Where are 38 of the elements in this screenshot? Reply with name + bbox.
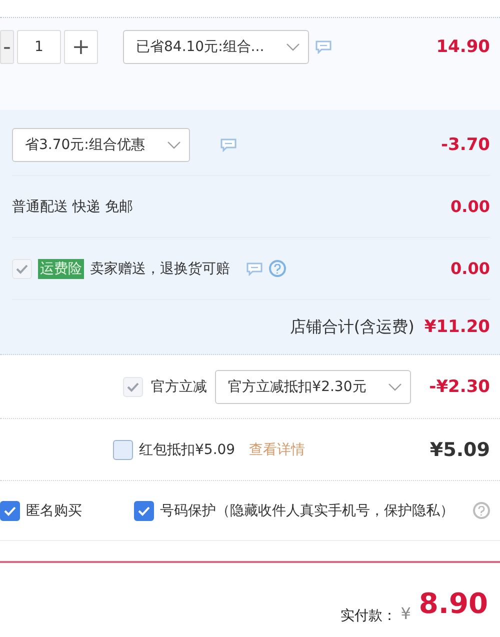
item-price: 14.90: [436, 36, 490, 59]
shop-total-label: 店铺合计(含运费): [290, 316, 414, 338]
amount-due: 8.90: [418, 587, 488, 620]
chevron-down-icon: [167, 140, 181, 150]
check-icon: [127, 382, 140, 392]
currency-symbol: ¥: [400, 604, 411, 623]
amount-due-label: 实付款：: [340, 607, 397, 625]
shipping-method: 普通配送 快递 免邮: [12, 198, 133, 216]
help-icon[interactable]: [473, 502, 490, 519]
coupon-deduction-amount: ¥5.09: [430, 438, 490, 460]
official-discount-label: 官方立减: [151, 378, 208, 396]
checkbox[interactable]: [134, 500, 154, 520]
chevron-down-icon: [286, 42, 300, 52]
promotion-dropdown[interactable]: 已省84.10元:组合...: [123, 30, 309, 64]
insurance-fee: 0.00: [450, 259, 490, 278]
checkbox[interactable]: [0, 500, 20, 520]
check-icon: [16, 264, 28, 274]
option-label: 匿名购买: [26, 502, 82, 520]
help-icon[interactable]: [269, 260, 286, 277]
check-icon: [138, 506, 150, 516]
shop-total-amount: ¥11.20: [424, 317, 490, 337]
quantity-field[interactable]: 1: [17, 30, 61, 64]
chat-bubble-icon[interactable]: [246, 262, 263, 276]
checkbox[interactable]: [113, 440, 133, 460]
promotion-dropdown[interactable]: 省3.70元:组合优惠: [12, 128, 190, 162]
coupon-deduction-label: 红包抵扣¥5.09: [139, 440, 236, 458]
check-icon: [4, 506, 16, 516]
decrease-button[interactable]: -: [0, 30, 14, 64]
insurance-description: 卖家赠送，退换货可赔: [90, 260, 230, 278]
discount-amount: -3.70: [441, 134, 490, 154]
insurance-tag: 运费险: [38, 258, 84, 278]
chevron-down-icon: [388, 382, 402, 392]
shipping-fee: 0.00: [450, 197, 490, 216]
chat-bubble-icon[interactable]: [315, 40, 332, 54]
increase-button[interactable]: +: [64, 30, 98, 64]
official-discount-amount: -¥2.30: [429, 376, 490, 396]
option-label: 号码保护（隐藏收件人真实手机号，保护隐私）: [160, 502, 454, 520]
chat-bubble-icon[interactable]: [220, 138, 237, 152]
